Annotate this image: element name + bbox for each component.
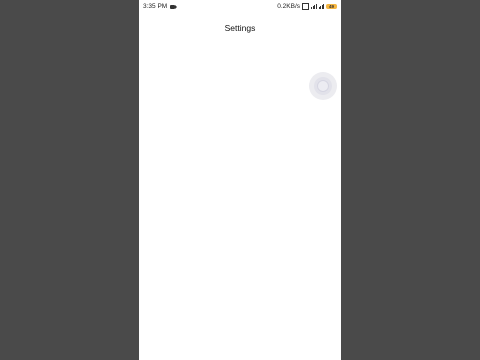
status-time: 3:35 PM (143, 3, 168, 10)
status-left: 3:35 PM (143, 3, 178, 10)
battery-icon: 49 (326, 4, 337, 9)
network-speed: 0.2KB/s (277, 3, 300, 10)
assistive-button-ring (314, 77, 332, 95)
screen-record-icon (170, 4, 178, 9)
signal-icon-2 (318, 4, 324, 9)
data-saver-icon (302, 3, 309, 10)
signal-icon (311, 4, 317, 9)
battery-level: 49 (328, 4, 334, 9)
status-right: 0.2KB/s 49 (277, 3, 337, 10)
assistive-button-icon (317, 80, 329, 92)
floating-assistive-button[interactable] (309, 72, 337, 100)
status-bar: 3:35 PM 0.2KB/s 49 (139, 0, 341, 14)
page-title: Settings (224, 23, 256, 33)
phone-screen: 3:35 PM 0.2KB/s 49 Settings (139, 0, 341, 360)
